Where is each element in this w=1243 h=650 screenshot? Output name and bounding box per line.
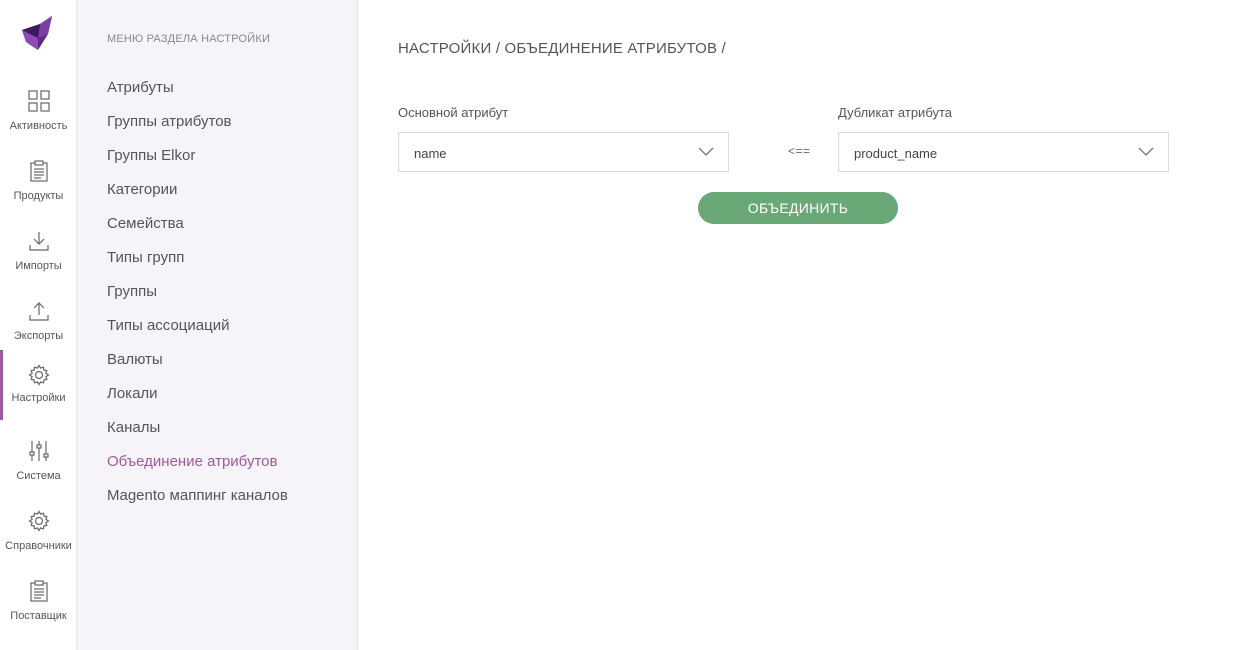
primary-attribute-value: name [414,146,447,161]
breadcrumb: Настройки / Объединение атрибутов / [398,40,726,57]
app-logo[interactable] [18,14,56,54]
duplicate-attribute-value: product_name [854,146,938,161]
duplicate-attribute-label: Дубликат атрибута [838,105,953,120]
gear-icon [28,364,50,386]
nav-item-label: Справочники [5,540,72,552]
nav-item-label: Продукты [13,190,64,202]
gear-icon [27,510,50,532]
nav-item-label: Активность [9,120,68,132]
submenu-list: Атрибуты Группы атрибутов Группы Elkor К… [107,76,288,518]
submenu-item-currencies[interactable]: Валюты [107,348,288,382]
settings-submenu: Меню раздела Настройки Атрибуты Группы а… [77,0,358,650]
submenu-item-attributes[interactable]: Атрибуты [107,76,288,110]
submenu-item-families[interactable]: Семейства [107,212,288,246]
submenu-item-elkor-groups[interactable]: Группы Elkor [107,144,288,178]
grid-icon [27,90,50,112]
submenu-item-channels[interactable]: Каналы [107,416,288,450]
submenu-item-attribute-merge[interactable]: Объединение атрибутов [107,450,288,484]
submenu-item-locales[interactable]: Локали [107,382,288,416]
nav-item-label: Настройки [11,392,66,404]
submenu-item-attribute-groups[interactable]: Группы атрибутов [107,110,288,144]
chevron-down-icon [698,147,714,156]
chevron-down-icon [1138,147,1154,156]
nav-item-settings[interactable]: Настройки [0,350,77,420]
nav-item-label: Импорты [15,260,62,272]
app: Активность Продукты Импорты Экспорты Нас… [0,0,1243,650]
submenu-item-association-types[interactable]: Типы ассоциаций [107,314,288,348]
nav-item-references[interactable]: Справочники [0,500,77,570]
upload-icon [28,302,49,321]
nav-item-activity[interactable]: Активность [0,80,77,150]
submenu-item-categories[interactable]: Категории [107,178,288,212]
download-icon [28,232,49,251]
nav-item-system[interactable]: Система [0,430,77,500]
primary-attribute-label: Основной атрибут [398,105,509,120]
duplicate-attribute-select[interactable]: product_name [838,132,1169,172]
clipboard-icon [29,160,48,182]
nav-item-products[interactable]: Продукты [0,150,77,220]
primary-attribute-select[interactable]: name [398,132,729,172]
nav-item-label: Экспорты [13,330,64,342]
sliders-icon [28,441,49,461]
merge-button[interactable]: Объединить [698,192,898,224]
main-nav-rail: Активность Продукты Импорты Экспорты Нас… [0,0,77,650]
nav-item-supplier[interactable]: Поставщик [0,570,77,640]
submenu-title: Меню раздела Настройки [107,33,271,45]
submenu-item-group-types[interactable]: Типы групп [107,246,288,280]
nav-item-imports[interactable]: Импорты [0,220,77,290]
nav-item-label: Поставщик [10,610,67,622]
clipboard-icon [29,580,48,602]
submenu-item-groups[interactable]: Группы [107,280,288,314]
submenu-item-magento-channel-mapping[interactable]: Magento маппинг каналов [107,484,288,518]
merge-direction-arrow: <== [788,144,811,158]
main-content: Настройки / Объединение атрибутов / Осно… [358,0,1243,650]
nav-item-label: Система [16,470,61,482]
